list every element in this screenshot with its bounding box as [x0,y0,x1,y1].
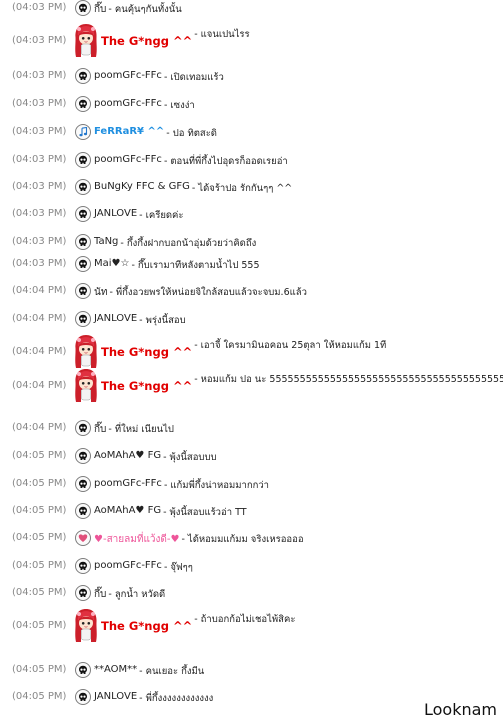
timestamp: (04:03 PM) [12,181,67,192]
message-text: - ลูกน้ำ หวัดดี [108,589,166,600]
message-text: - คนคุ้นๆกันทั้งนั้น [108,4,182,15]
timestamp: (04:05 PM) [12,587,67,598]
music-note-icon [75,124,91,140]
timestamp: (04:05 PM) [12,560,67,571]
red-hair-girl-avatar [73,334,99,370]
sender-name[interactable]: **AOM** [94,664,137,675]
sender-name[interactable]: AoMAhA♥ FG [94,450,161,461]
red-hair-girl-avatar [73,23,99,59]
timestamp: (04:05 PM) [12,478,67,489]
sender-name[interactable]: The G*ngg ^^ [101,619,192,633]
watermark: Looknam [423,700,497,719]
chat-log: (04:03 PM) กึ๊บ - คนคุ้นๆกันทั้งนั้น (04:0… [0,0,503,724]
timestamp: (04:05 PM) [12,450,67,461]
message-text: - เปิดเทอมแร้ว [163,72,224,83]
sender-name[interactable]: นัท [94,285,107,300]
message-text: - ได้หอมมแก้มม จริงเหรออออ [181,534,304,545]
message-text: - แจนเปนไรร [194,29,250,40]
skull-icon [75,585,91,601]
chat-message: (04:05 PM) The G*ngg ^^ - ถ้าบอกก้อไม่เชอ… [0,606,503,646]
timestamp: (04:03 PM) [12,154,67,165]
sender-name[interactable]: กึ๊บ [94,422,106,437]
sender-name[interactable]: กึ๊บ [94,587,106,602]
skull-icon [75,206,91,222]
timestamp: (04:04 PM) [12,313,67,324]
skull-icon [75,256,91,272]
sender-name[interactable]: BuNgKy FFC & GFG [94,181,190,192]
timestamp: (04:04 PM) [12,422,67,433]
sender-name[interactable]: The G*ngg ^^ [101,345,192,359]
skull-icon [75,96,91,112]
heart-icon [75,530,91,546]
sender-name[interactable]: The G*ngg ^^ [101,34,192,48]
skull-icon [75,448,91,464]
message-text: - พี่กึ้งงงงงงงงงงงง [139,693,214,704]
sender-name[interactable]: กึ๊บ [94,2,106,17]
timestamp: (04:03 PM) [12,35,67,46]
message-text: - ถ้าบอกก้อไม่เชอไพ้สิคะ [194,614,296,625]
skull-icon [75,68,91,84]
skull-icon [75,179,91,195]
sender-name[interactable]: Mai♥☆ [94,258,129,269]
timestamp: (04:04 PM) [12,380,67,391]
timestamp: (04:03 PM) [12,258,67,269]
timestamp: (04:05 PM) [12,620,67,631]
timestamp: (04:03 PM) [12,126,67,137]
chat-message: (04:04 PM) The G*ngg ^^ - หอมแก้ม ปอ นะ 5… [0,366,503,406]
message-text: - เซงง่า [163,100,195,111]
timestamp: (04:05 PM) [12,664,67,675]
timestamp: (04:04 PM) [12,346,67,357]
sender-name[interactable]: JANLOVE [94,208,137,219]
skull-icon [75,662,91,678]
skull-icon [75,311,91,327]
timestamp: (04:03 PM) [12,98,67,109]
message-text: - ที่ใหม่ เนียนไป [108,424,174,435]
sender-name[interactable]: poomGFc-FFc [94,560,162,571]
timestamp: (04:03 PM) [12,2,67,13]
message-text: - พุ้งนี้สอบบบ [163,452,217,463]
sender-name[interactable]: poomGFc-FFc [94,98,162,109]
message-text: - พี่กึ้งอวยพรให้หน่อยจิใกล้สอบแล้วจะจบม… [109,287,307,298]
skull-icon [75,689,91,705]
message-text: - ปอ ทิตสะดิ [166,128,217,139]
sender-name[interactable]: The G*ngg ^^ [101,379,192,393]
timestamp: (04:03 PM) [12,70,67,81]
skull-icon [75,558,91,574]
skull-icon [75,476,91,492]
sender-name[interactable]: poomGFc-FFc [94,70,162,81]
timestamp: (04:03 PM) [12,208,67,219]
sender-name[interactable]: FeRRaR¥ ^^ [94,126,164,137]
sender-name[interactable]: AoMAhA♥ FG [94,505,161,516]
sender-name[interactable]: JANLOVE [94,313,137,324]
timestamp: (04:05 PM) [12,532,67,543]
sender-name[interactable]: poomGFc-FFc [94,478,162,489]
chat-message: (04:03 PM) The G*ngg ^^ - แจนเปนไรร [0,21,503,61]
skull-icon [75,420,91,436]
sender-name[interactable]: JANLOVE [94,691,137,702]
skull-icon [75,283,91,299]
red-hair-girl-avatar [73,608,99,644]
timestamp: (04:04 PM) [12,285,67,296]
timestamp: (04:05 PM) [12,505,67,516]
red-hair-girl-avatar [73,368,99,404]
sender-name[interactable]: poomGFc-FFc [94,154,162,165]
skull-icon [75,152,91,168]
message-text: - เครียดค่ะ [139,210,184,221]
message-text: - เอาจี้ ใครมามินอคอน 25ตุลา ให้หอมแก้ม … [194,340,387,351]
timestamp: (04:05 PM) [12,691,67,702]
sender-name[interactable]: ♥-สายลมที่แว้งดี-♥ [94,532,179,547]
skull-icon [75,503,91,519]
message-text: - พรุ่งนี้สอบ [139,315,186,326]
message-text: - หอมแก้ม ปอ นะ 555555555555555555555555… [194,374,503,385]
skull-icon [75,0,91,16]
